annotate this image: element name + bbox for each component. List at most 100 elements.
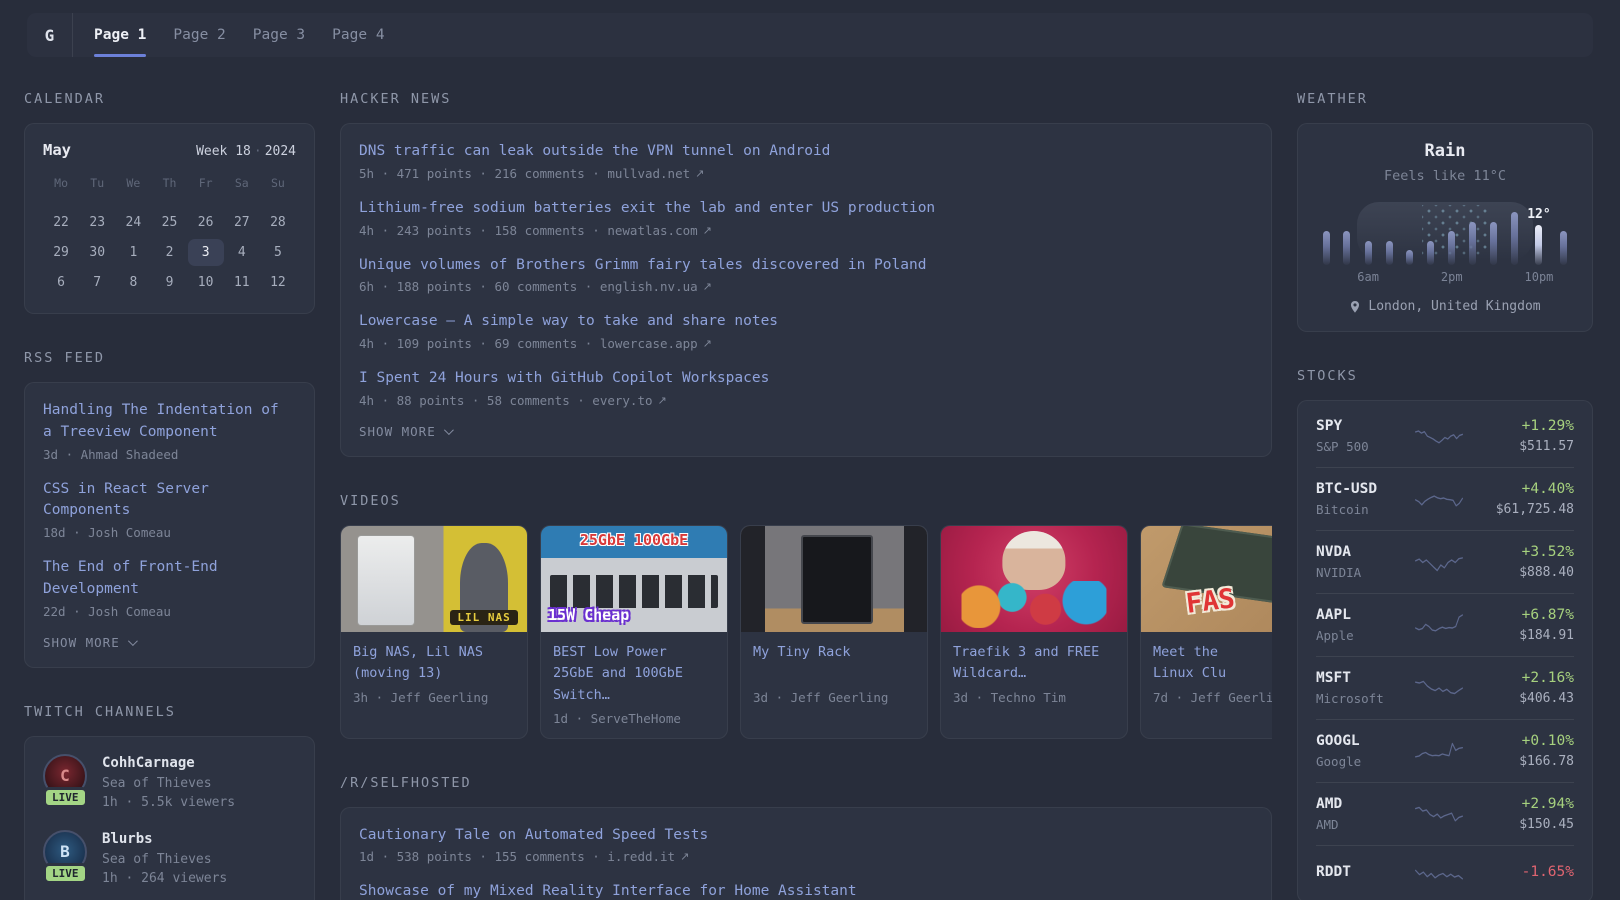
weather-hour-slot bbox=[1400, 206, 1421, 286]
hn-article-meta: 6h · 188 points · 60 comments · english.… bbox=[359, 279, 1253, 294]
twitch-widget: C LIVE CohhCarnage Sea of Thieves 1h · 5… bbox=[24, 735, 315, 900]
stock-row[interactable]: GOOGL Google +0.10% $166.78 bbox=[1316, 719, 1574, 782]
stock-price: $61,725.48 bbox=[1495, 502, 1574, 517]
twitch-channel-row[interactable]: B LIVE Blurbs Sea of Thieves 1h · 264 vi… bbox=[43, 829, 296, 886]
twitch-game: Sea of Thieves bbox=[102, 851, 212, 867]
hn-article-link[interactable]: Lithium-free sodium batteries exit the l… bbox=[359, 198, 1253, 220]
weather-hour-slot bbox=[1553, 206, 1574, 286]
reddit-post-link[interactable]: Cautionary Tale on Automated Speed Tests bbox=[359, 825, 1253, 847]
stock-sparkline bbox=[1415, 430, 1463, 444]
weather-hour-slot bbox=[1420, 206, 1441, 286]
video-card[interactable]: FAS Meet the Linux Clu 7d · Jeff Geerlin… bbox=[1140, 524, 1272, 739]
page-tab[interactable]: Page 3 bbox=[253, 13, 305, 57]
hn-article-link[interactable]: I Spent 24 Hours with GitHub Copilot Wor… bbox=[359, 368, 1253, 390]
stock-change: -1.65% bbox=[1521, 864, 1574, 880]
reddit-post-link[interactable]: Showcase of my Mixed Reality Interface f… bbox=[359, 881, 1253, 900]
app-logo[interactable]: G bbox=[27, 13, 73, 57]
rss-article-meta: 3d · Ahmad Shadeed bbox=[43, 447, 296, 462]
calendar-day: 30 bbox=[89, 245, 106, 260]
video-card[interactable]: 25GbE 100GbE 15W Cheap BEST Low Power 25G… bbox=[540, 524, 728, 739]
stock-row[interactable]: AAPL Apple +6.87% $184.91 bbox=[1316, 593, 1574, 656]
video-thumbnail: 25GbE 100GbE 15W Cheap bbox=[541, 525, 727, 632]
section-title-reddit: /R/SELFHOSTED bbox=[340, 774, 472, 791]
section-title-weather: WEATHER bbox=[1297, 91, 1368, 107]
video-thumbnail: LIL NAS bbox=[341, 525, 527, 632]
hn-article-link[interactable]: Unique volumes of Brothers Grimm fairy t… bbox=[359, 255, 1253, 277]
stock-row[interactable]: MSFT Microsoft +2.16% $406.43 bbox=[1316, 656, 1574, 719]
stock-change: +0.10% bbox=[1521, 733, 1574, 749]
reddit-section: /R/SELFHOSTED Cautionary Tale on Automat… bbox=[340, 775, 1272, 900]
rss-article-link[interactable]: The End of Front-End Development bbox=[43, 557, 296, 601]
calendar-day: 7 bbox=[93, 275, 102, 290]
twitch-viewers: 1h · 264 viewers bbox=[102, 870, 228, 886]
calendar-day: 22 bbox=[53, 215, 69, 230]
section-title-stocks: STOCKS bbox=[1297, 368, 1358, 384]
stock-change: +6.87% bbox=[1521, 607, 1574, 623]
stock-identity: AMD AMD bbox=[1316, 796, 1408, 832]
video-thumbnail: FAS bbox=[1141, 525, 1272, 632]
stock-sparkline bbox=[1415, 742, 1463, 758]
video-row: LIL NAS Big NAS, Lil NAS (moving 13) 3h … bbox=[340, 524, 1272, 739]
rss-meta-text: 3d · Ahmad Shadeed bbox=[43, 446, 179, 462]
page-tab[interactable]: Page 4 bbox=[332, 13, 384, 57]
page-tab[interactable]: Page 1 bbox=[94, 13, 147, 57]
stock-symbol: BTC-USD bbox=[1316, 481, 1378, 497]
hn-article-link[interactable]: DNS traffic can leak outside the VPN tun… bbox=[359, 141, 1253, 163]
stock-change: +2.94% bbox=[1521, 796, 1574, 812]
live-badge: LIVE bbox=[43, 862, 88, 884]
stock-name: AMD bbox=[1316, 817, 1339, 832]
weather-bar-area bbox=[1400, 206, 1421, 265]
stock-price: $511.57 bbox=[1519, 439, 1574, 454]
video-card[interactable]: My Tiny Rack 3d · Jeff Geerling bbox=[740, 524, 928, 739]
twitch-channel-info: CohhCarnage Sea of Thieves 1h · 5.5k vie… bbox=[102, 754, 235, 810]
hn-show-more-button[interactable]: SHOW MORE bbox=[359, 424, 1253, 439]
hn-meta-text: 6h · 188 points · 60 comments · english.… bbox=[359, 279, 698, 295]
stock-sparkline bbox=[1415, 614, 1463, 632]
weather-bar-area bbox=[1504, 206, 1525, 265]
calendar-day-grid: 22 23 24 25 26 27 28 29 30 1 2 3 4 5 6 7 8 9 10 11 12 bbox=[43, 209, 296, 296]
external-link-icon: ↗ bbox=[657, 393, 667, 407]
stock-values: +4.40% $61,725.48 bbox=[1470, 481, 1574, 517]
calendar-weekday-row: Mo Tu We Th Fr Sa Su bbox=[43, 172, 296, 196]
calendar-day: 8 bbox=[129, 275, 138, 290]
weather-section: WEATHER Rain Feels like 11°C 6am 2pm 12°… bbox=[1297, 91, 1593, 332]
stock-row[interactable]: SPY S&P 500 +1.29% $511.57 bbox=[1316, 405, 1574, 467]
time-axis-label: 6am bbox=[1357, 270, 1379, 284]
video-card[interactable]: Traefik 3 and FREE Wildcard… 3d · Techno… bbox=[940, 524, 1128, 739]
right-column: WEATHER Rain Feels like 11°C 6am 2pm 12°… bbox=[1297, 91, 1593, 900]
stock-price: $150.45 bbox=[1519, 817, 1574, 832]
stock-values: +6.87% $184.91 bbox=[1470, 607, 1574, 643]
location-pin-icon bbox=[1351, 300, 1360, 313]
stock-row[interactable]: NVDA NVIDIA +3.52% $888.40 bbox=[1316, 530, 1574, 593]
stock-row[interactable]: AMD AMD +2.94% $150.45 bbox=[1316, 782, 1574, 845]
calendar-day: 23 bbox=[89, 215, 106, 230]
page-tab-label: Page 2 bbox=[173, 27, 226, 43]
stock-change: +3.52% bbox=[1521, 544, 1574, 560]
calendar-day: 11 bbox=[233, 275, 250, 290]
stock-price: $184.91 bbox=[1519, 628, 1574, 643]
external-link-icon: ↗ bbox=[702, 223, 712, 237]
hn-article-link[interactable]: Lowercase – A simple way to take and sha… bbox=[359, 311, 1253, 333]
section-title-rss: RSS FEED bbox=[24, 350, 106, 366]
stock-row[interactable]: RDDT -1.65% bbox=[1316, 845, 1574, 898]
reddit-item: Showcase of my Mixed Reality Interface f… bbox=[359, 881, 1253, 900]
rss-show-more-button[interactable]: SHOW MORE bbox=[43, 635, 296, 650]
twitch-avatar-wrap: C LIVE bbox=[43, 753, 88, 808]
hacker-news-section: HACKER NEWS DNS traffic can leak outside… bbox=[340, 91, 1272, 457]
stock-row[interactable]: BTC-USD Bitcoin +4.40% $61,725.48 bbox=[1316, 467, 1574, 530]
video-card[interactable]: LIL NAS Big NAS, Lil NAS (moving 13) 3h … bbox=[340, 524, 528, 739]
calendar-day: 4 bbox=[237, 245, 246, 260]
section-title-calendar: CALENDAR bbox=[24, 91, 106, 107]
stock-price: $406.43 bbox=[1519, 691, 1574, 706]
video-meta: 3d · Jeff Geerling bbox=[753, 689, 889, 705]
page-tab[interactable]: Page 2 bbox=[173, 13, 225, 57]
twitch-channel-row[interactable]: C LIVE CohhCarnage Sea of Thieves 1h · 5… bbox=[43, 753, 296, 810]
twitch-section: TWITCH CHANNELS C LIVE CohhCarnage Sea o… bbox=[24, 704, 315, 900]
time-axis-label bbox=[1504, 270, 1525, 286]
stock-values: +0.10% $166.78 bbox=[1470, 733, 1574, 769]
stock-name: Apple bbox=[1316, 628, 1354, 643]
rss-article-link[interactable]: Handling The Indentation of a Treeview C… bbox=[43, 400, 296, 444]
rss-article-link[interactable]: CSS in React Server Components bbox=[43, 479, 296, 523]
time-axis-label bbox=[1400, 270, 1421, 286]
time-axis-label bbox=[1553, 270, 1574, 286]
